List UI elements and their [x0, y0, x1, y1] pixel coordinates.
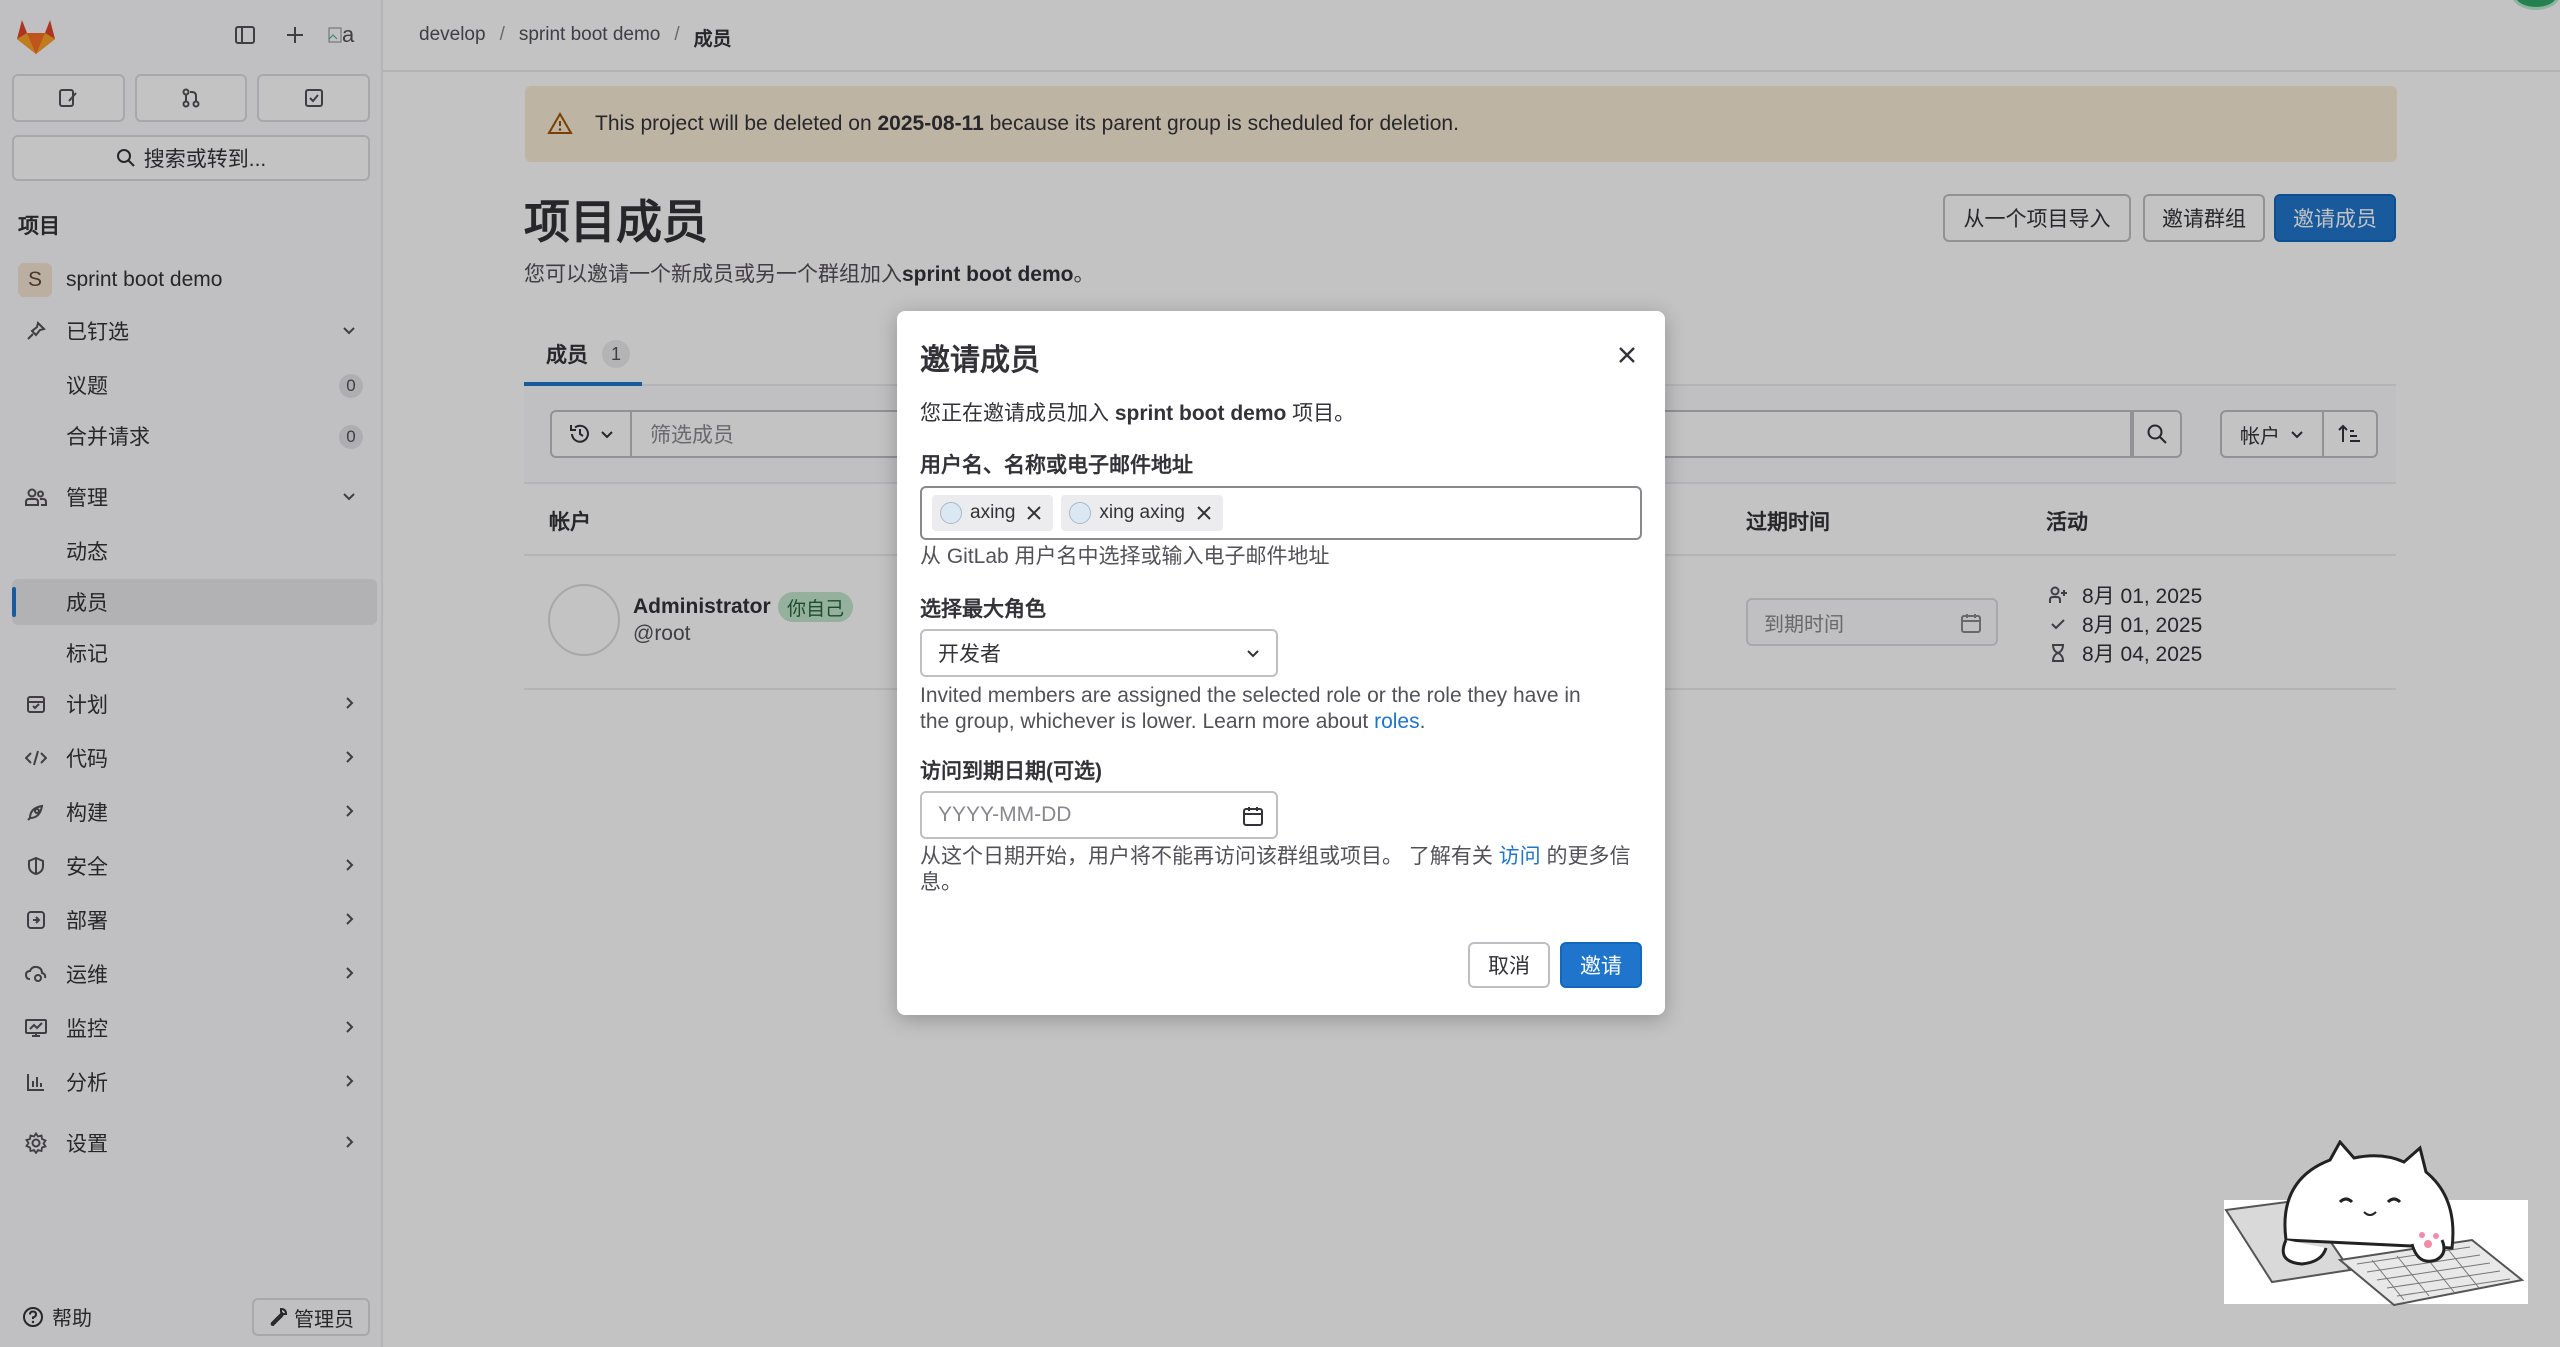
user-token: xing axing — [1061, 495, 1223, 531]
users-token-selector[interactable]: axing xing axing — [920, 486, 1642, 540]
close-icon — [1619, 347, 1635, 363]
access-expiry-date-input[interactable]: YYYY-MM-DD — [920, 791, 1278, 839]
invite-members-modal: 邀请成员 您正在邀请成员加入 sprint boot demo 项目。 用户名、… — [897, 311, 1665, 1015]
expiry-field-help: 从这个日期开始，用户将不能再访问该群组或项目。 了解有关 访问 的更多信 息。 — [920, 844, 1631, 897]
role-select-value: 开发者 — [938, 643, 1001, 666]
role-help-line2: the group, whichever is lower. Learn mor… — [920, 710, 1375, 734]
modal-intro-prefix: 您正在邀请成员加入 — [920, 402, 1115, 425]
token-avatar — [1069, 502, 1092, 524]
expiry-help-suffix: 的更多信 — [1540, 845, 1631, 868]
role-field-label: 选择最大角色 — [920, 598, 1046, 621]
token-label: xing axing — [1099, 502, 1185, 523]
expiry-placeholder: YYYY-MM-DD — [938, 803, 1072, 826]
invite-button[interactable]: 邀请 — [1560, 942, 1642, 988]
role-help-end: . — [1419, 710, 1426, 734]
token-label: axing — [970, 502, 1016, 523]
chevron-down-icon — [1247, 650, 1259, 658]
modal-close-button[interactable] — [1613, 341, 1641, 369]
expiry-field-label: 访问到期日期(可选) — [920, 760, 1102, 783]
role-select[interactable]: 开发者 — [920, 629, 1278, 677]
role-field-help: Invited members are assigned the selecte… — [920, 683, 1581, 736]
users-field-label: 用户名、名称或电子邮件地址 — [920, 454, 1193, 477]
modal-intro-suffix: 项目。 — [1286, 402, 1356, 425]
role-help-line1: Invited members are assigned the selecte… — [920, 684, 1581, 707]
modal-intro-project: sprint boot demo — [1114, 402, 1287, 425]
modal-title: 邀请成员 — [920, 344, 1040, 377]
access-help-link[interactable]: 访问 — [1499, 845, 1541, 868]
close-icon — [1197, 506, 1211, 520]
close-icon — [1027, 506, 1042, 520]
calendar-icon — [1243, 807, 1263, 826]
modal-intro: 您正在邀请成员加入 sprint boot demo 项目。 — [920, 397, 1355, 427]
expiry-help-prefix: 从这个日期开始，用户将不能再访问该群组或项目。 了解有关 — [920, 845, 1499, 868]
remove-token-button[interactable] — [1193, 502, 1215, 524]
cat-typing-sticker — [2224, 1140, 2528, 1306]
roles-help-link[interactable]: roles — [1374, 710, 1420, 733]
remove-token-button[interactable] — [1023, 502, 1045, 524]
user-token: axing — [932, 495, 1054, 531]
expiry-help-line2: 息。 — [920, 871, 962, 895]
cancel-button[interactable]: 取消 — [1468, 942, 1550, 988]
users-field-help: 从 GitLab 用户名中选择或输入电子邮件地址 — [920, 545, 1330, 568]
token-avatar — [940, 502, 962, 524]
